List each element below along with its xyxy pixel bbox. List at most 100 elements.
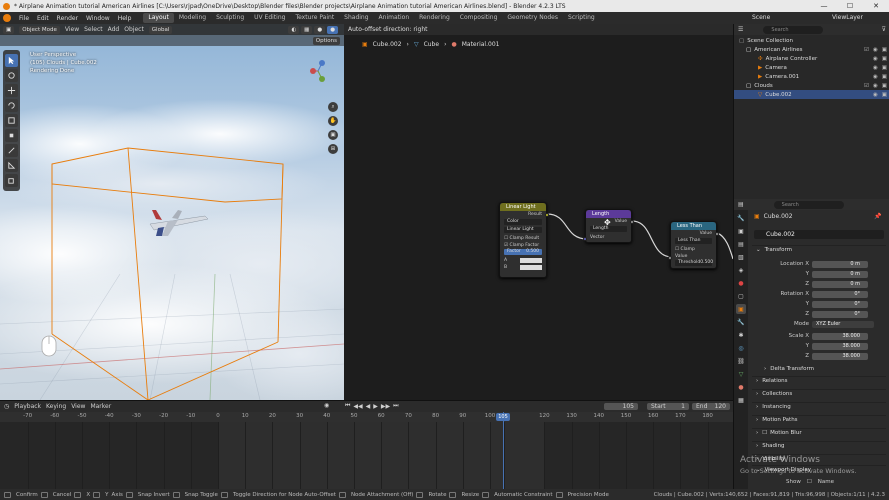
next-key-icon[interactable]: ▶▶	[381, 403, 390, 410]
editor-type-button[interactable]: ▣	[3, 25, 15, 34]
filter-icon[interactable]: ⊽	[882, 26, 886, 33]
tab-shading[interactable]: Shading	[339, 13, 373, 23]
start-frame-field[interactable]: Start 1	[647, 403, 689, 410]
tab-layout[interactable]: Layout	[143, 13, 174, 23]
playhead-frame-badge[interactable]: 105	[496, 413, 510, 421]
rotate-tool-icon[interactable]	[5, 99, 18, 112]
menu-edit[interactable]: Edit	[33, 15, 53, 22]
tree-item-cube-002[interactable]: ▽ Cube.002 ◉ ▣	[734, 90, 889, 99]
editor-type-icon[interactable]: ▤	[738, 201, 744, 208]
rotation-mode-select[interactable]: XYZ Euler	[812, 321, 874, 328]
rotation-y-field[interactable]: 0°	[812, 301, 868, 308]
linear-light-node[interactable]: Linear Light Result Color Linear Light ☐…	[499, 202, 549, 278]
add-cube-tool-icon[interactable]	[5, 174, 18, 187]
timeline-editor-icon[interactable]: ◷	[4, 403, 9, 410]
collection-tab-icon[interactable]: ▢	[736, 291, 746, 301]
output-socket[interactable]	[715, 232, 719, 236]
tab-modeling[interactable]: Modeling	[174, 13, 211, 23]
input-a-row[interactable]: A	[500, 257, 546, 264]
data-type-select[interactable]: Color	[504, 219, 542, 225]
input-socket[interactable]	[583, 237, 587, 241]
tool-tab-icon[interactable]: 🔧	[736, 213, 746, 223]
collections-panel[interactable]: › Collections	[752, 389, 886, 398]
tree-item-camera-001[interactable]: ▶ Camera.001 ◉ ▣	[734, 72, 889, 81]
scale-y-field[interactable]: 38.000	[812, 343, 868, 350]
end-frame-field[interactable]: End 120	[692, 403, 730, 410]
orientation-dropdown[interactable]: Global	[148, 25, 173, 34]
tab-scripting[interactable]: Scripting	[563, 13, 600, 23]
object-mode-dropdown[interactable]: Object Mode	[19, 25, 60, 34]
measure-tool-icon[interactable]	[5, 159, 18, 172]
viewport-menu-add[interactable]: Add	[108, 26, 120, 33]
object-name-field[interactable]: Cube.002	[754, 230, 884, 239]
minimize-button[interactable]: —	[811, 0, 837, 12]
prev-key-icon[interactable]: ◀◀	[353, 403, 362, 410]
delta-transform-panel[interactable]: › Delta Transform	[760, 364, 886, 373]
render-tab-icon[interactable]: ▣	[736, 226, 746, 236]
less-than-node[interactable]: Less Than Value Less Than ☐ Clamp Value …	[668, 221, 719, 269]
constraints-tab-icon[interactable]: ⛓	[736, 356, 746, 366]
cursor-tool-icon[interactable]	[5, 69, 18, 82]
threshold-field[interactable]: Threshold 0.500	[675, 260, 713, 266]
3d-viewport[interactable]: ▣ Object Mode View Select Add Object Glo…	[0, 24, 344, 400]
timeline-ruler[interactable]: -70 -60 -50 -40 -30 -20 -10 0 10 20 30 40 50 60 70 80 90…	[0, 412, 733, 422]
output-socket[interactable]	[545, 213, 549, 217]
tab-geometry-nodes[interactable]: Geometry Nodes	[502, 13, 563, 23]
output-socket[interactable]	[630, 220, 634, 224]
tree-item-clouds[interactable]: ▢ Clouds ☑ ◉ ▣	[734, 81, 889, 90]
show-name-checkbox[interactable]: ☐	[807, 479, 812, 485]
jump-end-icon[interactable]: ⏭	[393, 402, 398, 410]
playback-menu[interactable]: Playback	[14, 403, 41, 410]
tree-item-airplane-controller[interactable]: ✣ Airplane Controller ◉ ▣	[734, 54, 889, 63]
properties-search-input[interactable]: Search	[773, 200, 844, 209]
object-tab-icon[interactable]: ▣	[736, 304, 746, 314]
shading-rendered-icon[interactable]: ●	[327, 25, 338, 34]
outliner-search-input[interactable]: Search	[763, 25, 824, 34]
options-dropdown[interactable]: Options	[312, 36, 340, 45]
location-x-field[interactable]: 0 m	[812, 261, 868, 268]
select-box-tool-icon[interactable]	[5, 54, 18, 67]
input-socket[interactable]	[668, 256, 672, 260]
tree-item-scene-collection[interactable]: ▢ Scene Collection	[734, 36, 889, 45]
outliner[interactable]: ☰ Search ⊽ ▢ Scene Collection ▢ American A…	[733, 24, 889, 199]
input-b-row[interactable]: B	[500, 264, 546, 271]
view-menu[interactable]: View	[71, 403, 85, 410]
keying-menu[interactable]: Keying	[46, 403, 66, 410]
location-z-field[interactable]: 0 m	[812, 281, 868, 288]
scale-x-field[interactable]: 38.000	[812, 333, 868, 340]
texture-tab-icon[interactable]: ▦	[736, 395, 746, 405]
play-icon[interactable]: ▶	[373, 403, 378, 410]
clamp-factor-checkbox[interactable]: ☑ Clamp Factor	[500, 242, 546, 249]
blender-logo-icon[interactable]	[3, 14, 11, 22]
current-frame-field[interactable]: 105	[604, 403, 638, 410]
tree-item-camera[interactable]: ▶ Camera ◉ ▣	[734, 63, 889, 72]
shading-panel[interactable]: › Shading	[752, 441, 886, 450]
instancing-panel[interactable]: › Instancing	[752, 402, 886, 411]
viewport-menu-object[interactable]: Object	[124, 26, 144, 33]
auto-key-icon[interactable]: ◉	[324, 402, 329, 409]
motion-paths-panel[interactable]: › Motion Paths	[752, 415, 886, 424]
material-tab-icon[interactable]: ●	[736, 382, 746, 392]
editor-type-icon[interactable]: ☰	[738, 26, 743, 33]
camera-view-icon[interactable]: ▣	[328, 130, 338, 140]
reverse-play-icon[interactable]: ◀	[366, 403, 371, 410]
close-button[interactable]: ✕	[863, 0, 889, 12]
clamp-result-checkbox[interactable]: ☐ Clamp Result	[500, 235, 546, 242]
rotation-x-field[interactable]: 0°	[812, 291, 868, 298]
menu-render[interactable]: Render	[53, 15, 82, 22]
menu-help[interactable]: Help	[114, 15, 136, 22]
tab-compositing[interactable]: Compositing	[455, 13, 503, 23]
viewport-menu-view[interactable]: View	[65, 26, 79, 33]
tab-sculpting[interactable]: Sculpting	[211, 13, 249, 23]
properties-editor[interactable]: ▤ Search 🔧 ▣ ▤ ▧ ◈ ● ▢ ▣ 🔧 ✱ ◎ ⛓ ▽ ● ▦ ▣…	[733, 199, 889, 489]
tree-item-american-airlines[interactable]: ▢ American Airlines ☑ ◉ ▣	[734, 45, 889, 54]
shading-solid-icon[interactable]: ●	[314, 25, 326, 34]
tab-animation[interactable]: Animation	[374, 13, 415, 23]
particles-tab-icon[interactable]: ✱	[736, 330, 746, 340]
math-op-select[interactable]: Less Than	[675, 238, 712, 244]
relations-panel[interactable]: › Relations	[752, 376, 886, 385]
motion-blur-panel[interactable]: › ☐ Motion Blur	[752, 428, 886, 437]
physics-tab-icon[interactable]: ◎	[736, 343, 746, 353]
timeline[interactable]: ◷ Playback Keying View Marker ◉ ⏮ ◀◀ ◀ ▶…	[0, 400, 733, 490]
scene-selector[interactable]: Scene	[752, 14, 770, 21]
